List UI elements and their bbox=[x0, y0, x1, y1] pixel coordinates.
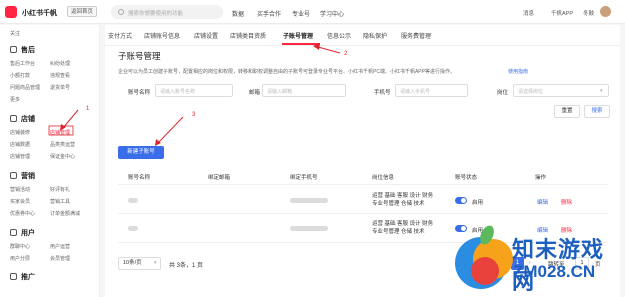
phone-label: 手机号 bbox=[374, 90, 391, 96]
tab-subaccount[interactable]: 子账号管理 bbox=[283, 31, 313, 40]
tab-category[interactable]: 店铺类目资质 bbox=[230, 31, 266, 40]
email-input[interactable]: 请输入邮箱 bbox=[262, 84, 346, 97]
section-user[interactable]: 用户 bbox=[21, 228, 35, 238]
sidebar-item[interactable]: 店铺管理 bbox=[10, 153, 30, 160]
section-aftersale[interactable]: 售后 bbox=[21, 45, 35, 55]
delete-button[interactable]: 删除 bbox=[561, 198, 572, 206]
aftersale-icon bbox=[10, 46, 17, 53]
sidebar-item[interactable]: 品类类运营 bbox=[50, 141, 75, 148]
app-link[interactable]: 千帆APP bbox=[551, 9, 573, 17]
account-name-redacted bbox=[128, 226, 138, 231]
nav-pro[interactable]: 专业号 bbox=[292, 9, 310, 18]
role-info: 运营 基础 客服 设计 财务 专业号管理 仓储 技术 bbox=[372, 192, 433, 208]
search-icon bbox=[118, 9, 124, 15]
col-email: 绑定邮箱 bbox=[208, 175, 231, 181]
account-name-input[interactable]: 请输入账号名称 bbox=[155, 84, 233, 97]
help-link[interactable]: 使用指南 bbox=[508, 68, 528, 75]
status-text: 启用 bbox=[472, 200, 484, 206]
home-button[interactable]: 返回首页 bbox=[67, 6, 98, 17]
chevron-down-icon: ▾ bbox=[600, 88, 603, 94]
new-subaccount-button[interactable]: 新建子账号 bbox=[118, 146, 164, 159]
annotation-1: 1 bbox=[86, 106, 90, 112]
promo-icon bbox=[10, 273, 17, 280]
sidebar-item[interactable]: 问题商品管理 bbox=[10, 84, 40, 91]
sidebar-item[interactable]: 用户分层 bbox=[10, 255, 30, 262]
active-tab-indicator bbox=[282, 43, 320, 45]
annotation-2: 2 bbox=[344, 51, 348, 57]
avatar[interactable] bbox=[600, 6, 611, 17]
sidebar-item[interactable]: 用户运营 bbox=[50, 243, 70, 250]
reset-button[interactable]: 重置 bbox=[554, 105, 580, 118]
sidebar-item[interactable]: 小额打款 bbox=[10, 72, 30, 79]
sidebar-item[interactable]: 营销工具 bbox=[50, 198, 70, 205]
total-count: 共 3条，1 页 bbox=[169, 263, 204, 269]
sidebar-item[interactable]: 店铺装修 bbox=[10, 129, 30, 136]
col-status: 账号状态 bbox=[455, 175, 478, 181]
role-line: 专业号管理 仓储 技术 bbox=[372, 229, 425, 235]
user-name[interactable]: 冬鼓 bbox=[583, 9, 594, 17]
sidebar-item-store-manage[interactable]: 店铺管理 bbox=[50, 129, 70, 136]
section-store[interactable]: 店铺 bbox=[21, 114, 35, 124]
role-select[interactable]: 请选择岗位 bbox=[513, 84, 609, 97]
account-name-redacted bbox=[128, 198, 138, 203]
marketing-icon bbox=[10, 172, 17, 179]
sidebar-item[interactable]: 纠纷处理 bbox=[50, 60, 70, 67]
status-toggle[interactable] bbox=[455, 197, 467, 204]
email-label: 邮箱 bbox=[249, 90, 261, 96]
tab-settings[interactable]: 店铺设置 bbox=[194, 31, 218, 40]
search-button[interactable]: 搜索 bbox=[584, 105, 610, 118]
chevron-down-icon: ▾ bbox=[154, 260, 157, 266]
sidebar-item[interactable]: 订单金额满减 bbox=[50, 210, 80, 217]
page-title: 子账号管理 bbox=[118, 51, 161, 61]
nav-buyer[interactable]: 买手合作 bbox=[257, 9, 281, 18]
user-icon bbox=[10, 229, 17, 236]
tab-payment[interactable]: 支付方式 bbox=[108, 31, 132, 40]
sidebar-item[interactable]: 好评有礼 bbox=[50, 186, 70, 193]
store-icon bbox=[10, 115, 17, 122]
role-info: 运营 基础 客服 设计 财务 专业号管理 仓储 技术 bbox=[372, 220, 433, 236]
row-divider bbox=[118, 184, 608, 185]
sidebar-item-follow[interactable]: 关注 bbox=[10, 30, 20, 37]
phone-input[interactable]: 请输入手机号 bbox=[395, 84, 468, 97]
page-description: 企业可以为员工创建子账号，配置相应的岗位和权限，转移和职权调整自由的子账号可登录… bbox=[118, 69, 455, 75]
sidebar-item[interactable]: 退货单号 bbox=[50, 84, 70, 91]
tab-service-fee[interactable]: 服务费管理 bbox=[401, 31, 431, 40]
tab-public-info[interactable]: 信息公示 bbox=[327, 31, 351, 40]
search-placeholder: 搜索你想要使用的功能 bbox=[128, 11, 184, 17]
nav-learn[interactable]: 学习中心 bbox=[320, 9, 344, 18]
sidebar-item[interactable]: 店铺数据 bbox=[10, 141, 30, 148]
sidebar-item[interactable]: 会员管理 bbox=[50, 255, 70, 262]
tab-privacy[interactable]: 隐私保护 bbox=[363, 31, 387, 40]
role-label: 岗位 bbox=[497, 90, 509, 96]
tab-account-info[interactable]: 店铺账号信息 bbox=[144, 31, 180, 40]
sidebar-item[interactable]: 优惠券中心 bbox=[10, 210, 35, 217]
sidebar-item[interactable]: 更多 bbox=[10, 96, 20, 103]
phone-redacted bbox=[290, 198, 328, 203]
nav-data[interactable]: 数据 bbox=[232, 9, 244, 18]
col-actions: 操作 bbox=[535, 175, 547, 181]
messages-link[interactable]: 消息 bbox=[523, 9, 534, 17]
role-line: 运营 基础 客服 设计 财务 bbox=[372, 193, 434, 199]
account-name-label: 账号名称 bbox=[128, 90, 151, 96]
role-line: 运营 基础 客服 设计 财务 bbox=[372, 221, 434, 227]
tab-divider bbox=[105, 45, 620, 46]
watermark-subtext: ZM028.CN bbox=[513, 262, 596, 281]
logo-text: 小红书千帆 bbox=[22, 10, 57, 17]
col-role: 岗位信息 bbox=[372, 175, 395, 181]
sidebar-item[interactable]: 售后工作台 bbox=[10, 60, 35, 67]
annotation-3: 3 bbox=[192, 112, 196, 118]
role-line: 专业号管理 仓储 技术 bbox=[372, 201, 425, 207]
sidebar-item[interactable]: 违规查看 bbox=[50, 72, 70, 79]
sidebar-item[interactable]: 保证金中心 bbox=[50, 153, 75, 160]
sidebar-item[interactable]: 群聊中心 bbox=[10, 243, 30, 250]
col-phone: 绑定手机号 bbox=[290, 175, 318, 181]
edit-button[interactable]: 编辑 bbox=[537, 198, 548, 206]
phone-redacted bbox=[290, 226, 328, 231]
section-promo[interactable]: 推广 bbox=[21, 272, 35, 282]
section-marketing[interactable]: 营销 bbox=[21, 171, 35, 181]
sidebar-item[interactable]: 买家会员 bbox=[10, 198, 30, 205]
sidebar-item[interactable]: 营销活动 bbox=[10, 186, 30, 193]
col-account-name: 账号名称 bbox=[128, 175, 151, 181]
logo-icon bbox=[5, 6, 17, 18]
